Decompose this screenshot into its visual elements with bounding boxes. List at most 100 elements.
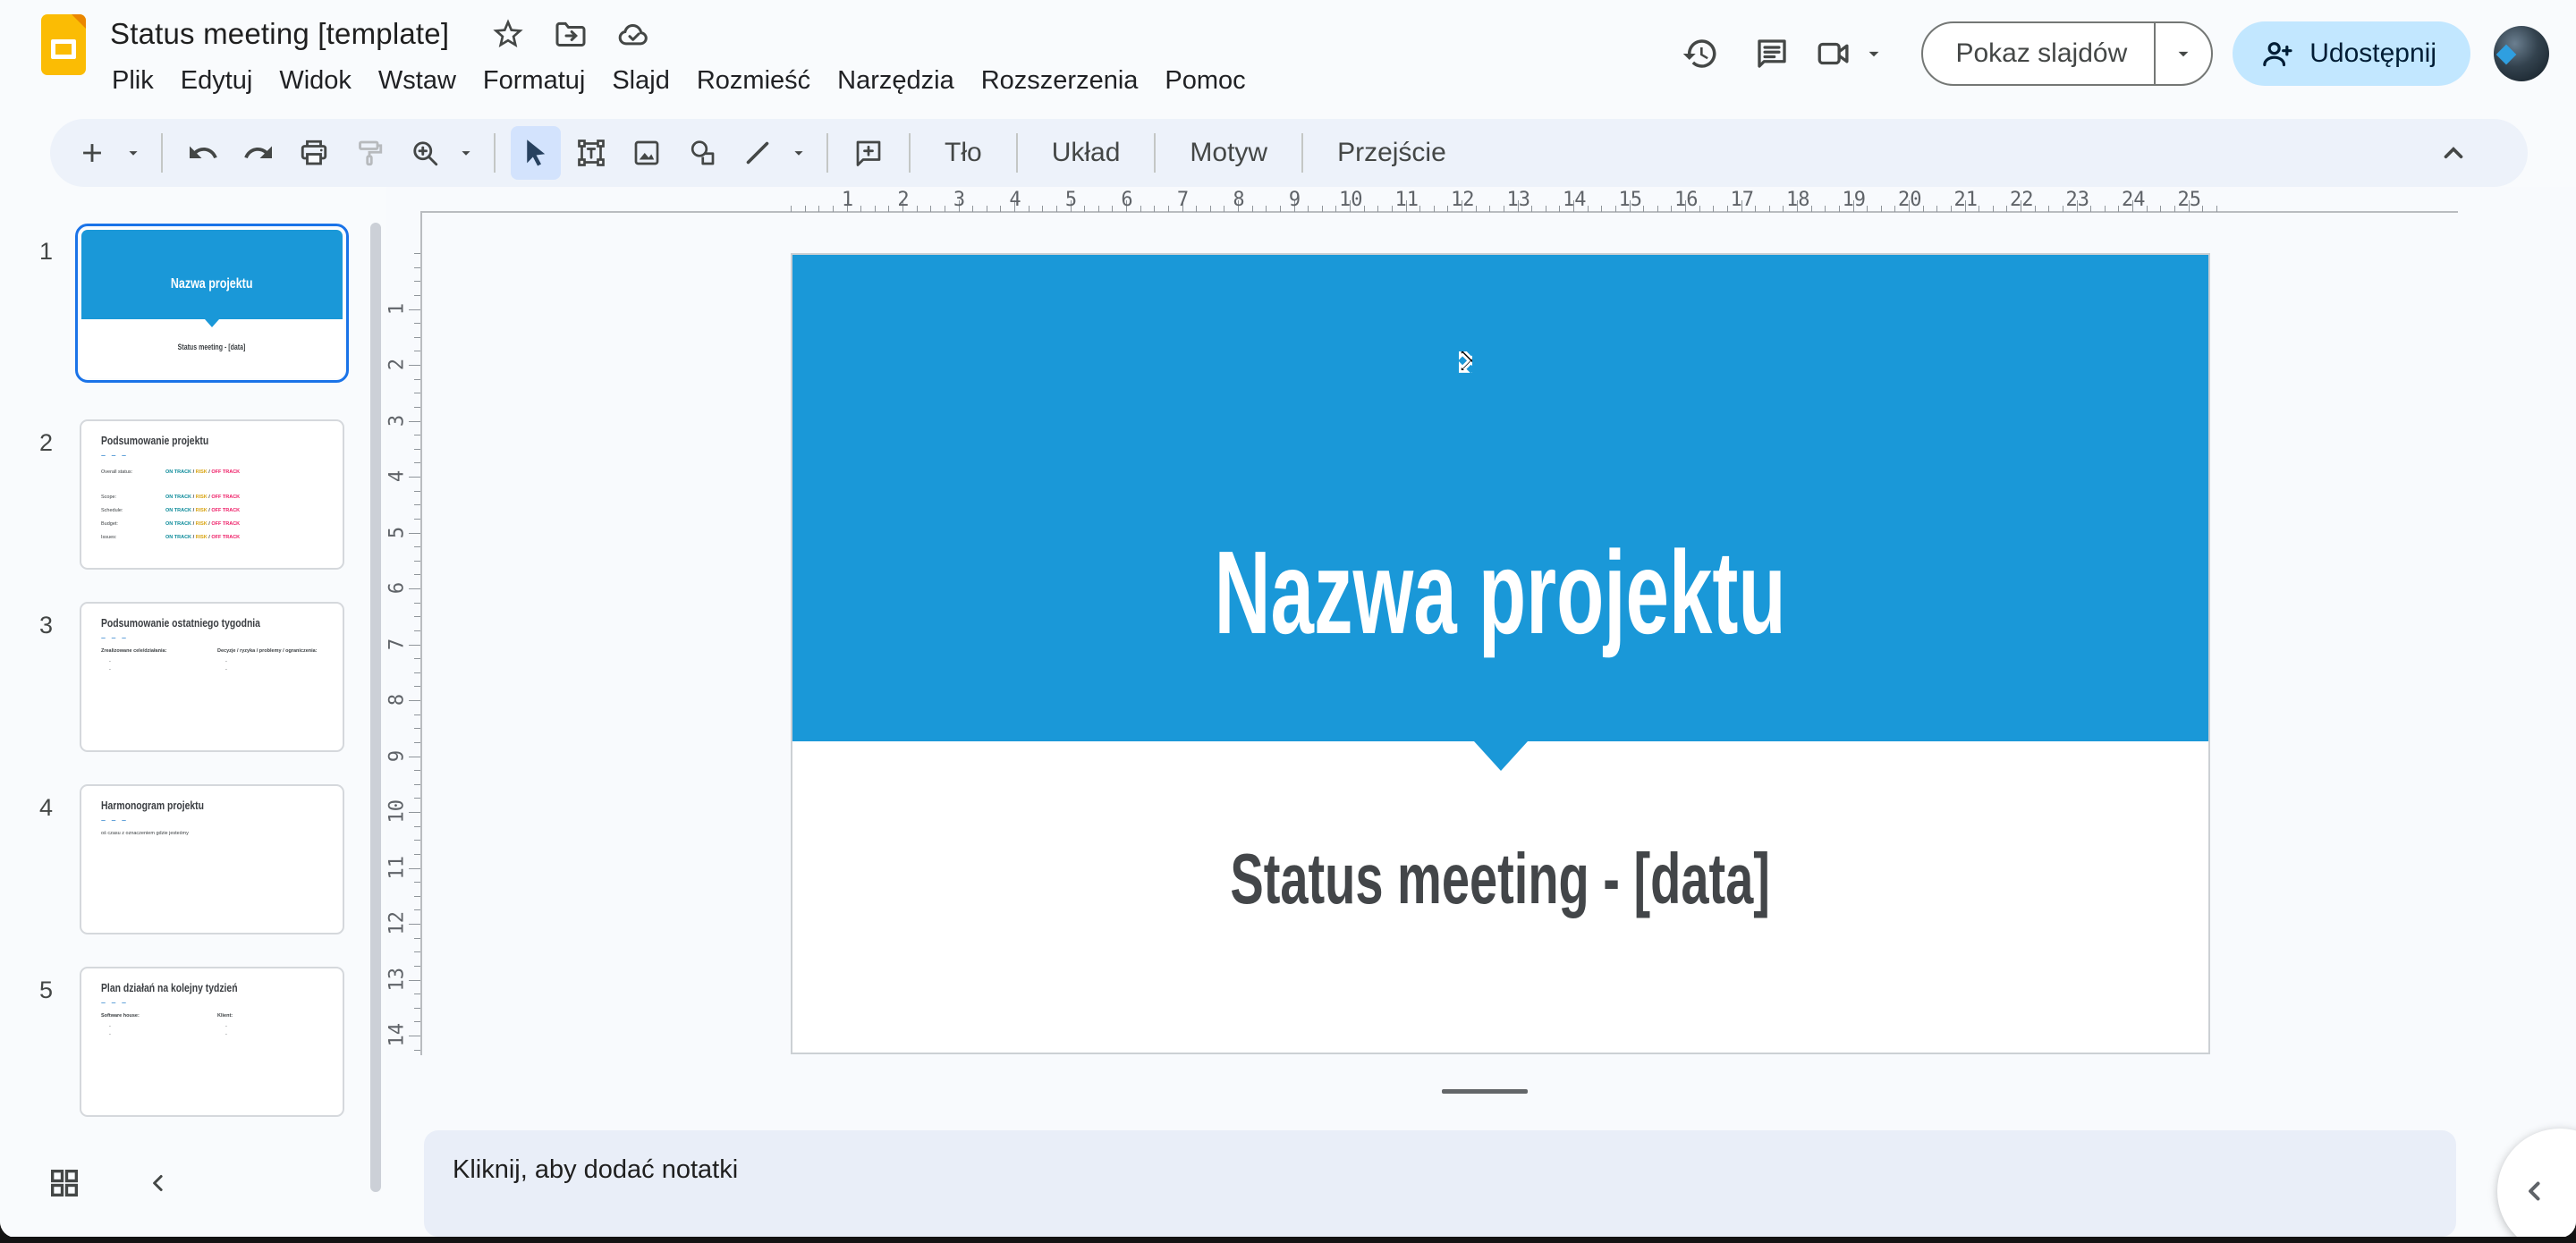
- background-button[interactable]: Tło: [923, 129, 1004, 177]
- select-tool-button[interactable]: [511, 126, 561, 180]
- slide-title-text[interactable]: Nazwa projektu: [1215, 534, 1786, 652]
- insert-line-button[interactable]: [733, 126, 783, 180]
- present-options-caret[interactable]: [2156, 23, 2211, 84]
- menu-item-pomoc[interactable]: Pomoc: [1151, 63, 1258, 99]
- present-split-button: Pokaz slajdów: [1921, 21, 2213, 86]
- cloud-saved-icon[interactable]: [615, 16, 653, 52]
- menu-item-plik[interactable]: Plik: [98, 63, 167, 99]
- thumb-title: Plan działań na kolejny tydzień: [101, 981, 238, 994]
- theme-button[interactable]: Motyw: [1168, 129, 1289, 177]
- thumb-title-band: [81, 230, 343, 319]
- h-ruler-label: 14: [1563, 189, 1586, 211]
- app-header: Status meeting [template] PlikEdytujWido…: [0, 0, 2576, 118]
- document-title[interactable]: Status meeting [template]: [110, 17, 449, 51]
- collapse-toolbar-button[interactable]: [2422, 119, 2485, 187]
- v-ruler-label: 5: [386, 520, 409, 544]
- transition-button[interactable]: Przejście: [1316, 129, 1468, 177]
- thumb-bullet: -: [109, 658, 217, 666]
- thumb-bullet: -: [225, 1023, 334, 1031]
- insert-image-button[interactable]: [622, 126, 672, 180]
- status-row: Scope:ON TRACK / RISK / OFF TRACK: [101, 491, 240, 504]
- menu-item-wstaw[interactable]: Wstaw: [365, 63, 470, 99]
- notes-resize-handle[interactable]: [1442, 1089, 1528, 1094]
- thumb-bullet: -: [109, 1023, 217, 1031]
- meet-camera-button[interactable]: [1814, 35, 1885, 72]
- account-avatar[interactable]: [2494, 26, 2549, 81]
- vertical-ruler-line: [420, 211, 422, 1055]
- toolbar-separator: [1154, 133, 1156, 173]
- filmstrip-footer: [0, 1156, 386, 1210]
- toolbar-separator: [494, 133, 496, 173]
- v-ruler-label: 4: [386, 465, 409, 488]
- status-row: Overall status:ON TRACK / RISK / OFF TRA…: [101, 466, 240, 479]
- zoom-button[interactable]: [400, 126, 450, 180]
- thumb-bullet: -: [225, 1031, 334, 1039]
- toolbar-separator: [161, 133, 163, 173]
- zoom-caret[interactable]: [453, 126, 479, 180]
- notes-placeholder: Kliknij, aby dodać notatki: [453, 1155, 738, 1185]
- present-button[interactable]: Pokaz slajdów: [1923, 23, 2156, 84]
- thumb-subtitle: Status meeting - [data]: [178, 342, 246, 351]
- print-button[interactable]: [289, 126, 339, 180]
- new-slide-caret[interactable]: [120, 126, 147, 180]
- star-icon[interactable]: [490, 16, 526, 52]
- h-ruler-label: 20: [1898, 189, 1921, 211]
- line-caret[interactable]: [785, 126, 812, 180]
- share-button-label: Udostępnij: [2309, 38, 2436, 69]
- h-ruler-label: 6: [1115, 189, 1139, 211]
- thumb-col-header: Software house:: [101, 1013, 217, 1019]
- menu-item-formatuj[interactable]: Formatuj: [470, 63, 598, 99]
- menu-item-slajd[interactable]: Slajd: [598, 63, 683, 99]
- version-history-icon[interactable]: [1671, 24, 1730, 83]
- v-ruler-label: 8: [386, 689, 409, 712]
- add-comment-button[interactable]: [843, 126, 894, 180]
- h-ruler-label: 4: [1004, 189, 1027, 211]
- h-ruler-label: 17: [1731, 189, 1754, 211]
- v-ruler-label: 2: [386, 353, 409, 376]
- move-to-folder-icon[interactable]: [553, 16, 589, 52]
- toolbar-separator: [826, 133, 828, 173]
- menu-item-narzdzia[interactable]: Narzędzia: [824, 63, 968, 99]
- new-slide-button[interactable]: [67, 126, 117, 180]
- v-ruler-label: 10: [386, 800, 409, 824]
- menu-item-rozmie[interactable]: Rozmieść: [683, 63, 824, 99]
- v-ruler-label: 11: [386, 856, 409, 879]
- collapse-filmstrip-icon[interactable]: [145, 1168, 172, 1198]
- menu-item-edytuj[interactable]: Edytuj: [167, 63, 267, 99]
- status-row: Issues:ON TRACK / RISK / OFF TRACK: [101, 531, 240, 545]
- h-ruler-label: 24: [2122, 189, 2145, 211]
- toolbar-separator: [909, 133, 911, 173]
- v-ruler-label: 13: [386, 968, 409, 991]
- side-panel-toggle-button[interactable]: [2497, 1129, 2576, 1238]
- speaker-notes-panel[interactable]: Kliknij, aby dodać notatki: [424, 1130, 2456, 1237]
- menu-item-widok[interactable]: Widok: [266, 63, 365, 99]
- google-slides-app: Status meeting [template] PlikEdytujWido…: [0, 0, 2576, 1238]
- text-box-button[interactable]: [566, 126, 616, 180]
- slide-subtitle-text[interactable]: Status meeting - [data]: [1231, 841, 1771, 917]
- slide-editor[interactable]: Nazwa projektu Status meeting - [data]: [791, 253, 2210, 1054]
- insert-shape-button[interactable]: [677, 126, 727, 180]
- comments-icon[interactable]: [1742, 24, 1801, 83]
- layout-button[interactable]: Układ: [1030, 129, 1142, 177]
- thumb-bullet: -: [109, 666, 217, 674]
- grid-view-icon[interactable]: [47, 1165, 82, 1201]
- share-button[interactable]: Udostępnij: [2233, 21, 2470, 86]
- h-ruler-label: 8: [1227, 189, 1250, 211]
- thumb-col-header: Zrealizowane cele/działania:: [101, 648, 217, 654]
- slide-canvas-area[interactable]: 1234567891011121314151617181920212223242…: [386, 187, 2576, 1130]
- h-ruler-label: 1: [836, 189, 860, 211]
- slide-number: 5: [39, 977, 53, 1004]
- slide-number: 1: [39, 238, 53, 266]
- filmstrip-scrollbar[interactable]: [370, 223, 381, 1192]
- slide-title-band[interactable]: [792, 255, 2208, 741]
- menu-item-rozszerzenia[interactable]: Rozszerzenia: [968, 63, 1152, 99]
- accent-dashes: – – –: [101, 816, 128, 824]
- redo-button[interactable]: [233, 126, 284, 180]
- undo-button[interactable]: [178, 126, 228, 180]
- h-ruler-label: 19: [1843, 189, 1866, 211]
- logo-fold: [72, 14, 86, 29]
- paint-format-button[interactable]: [344, 126, 394, 180]
- logo-sheet: [51, 39, 76, 59]
- slides-logo-icon[interactable]: [41, 14, 86, 75]
- slide-number: 4: [39, 794, 53, 822]
